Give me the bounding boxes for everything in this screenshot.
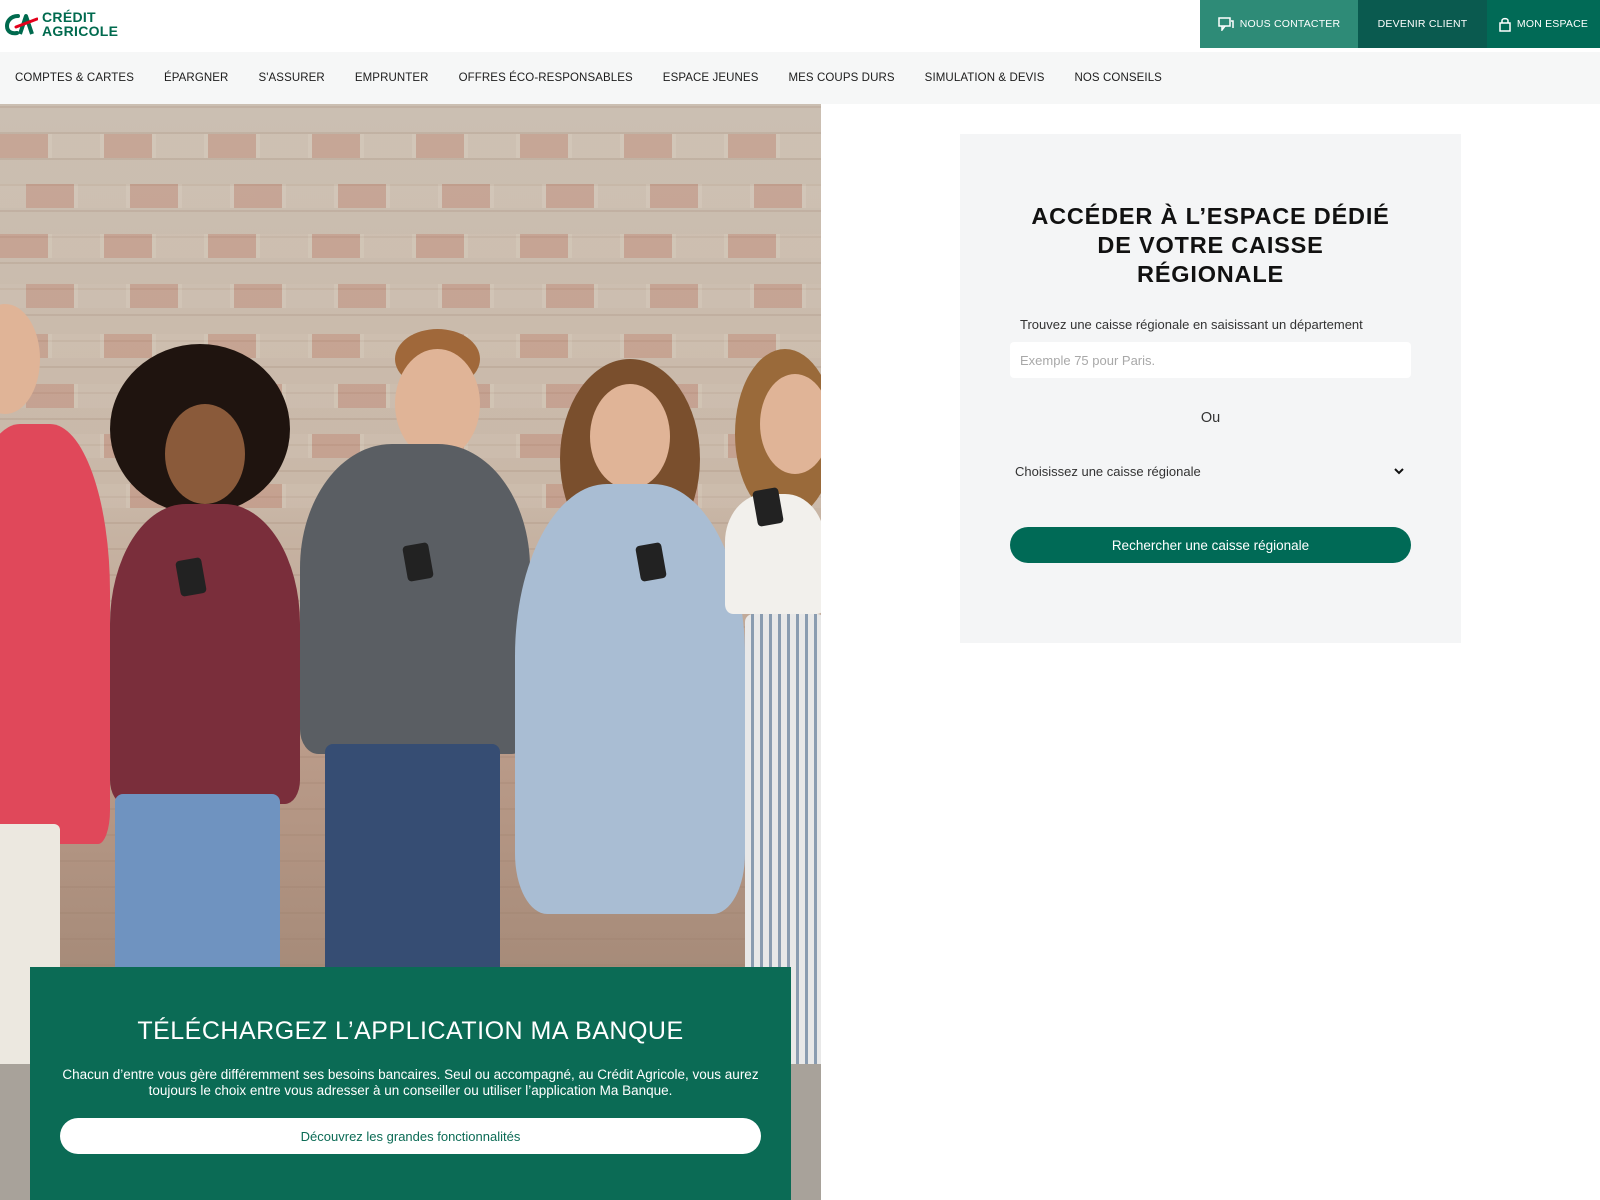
nav-item-epargner[interactable]: ÉPARGNER [164,72,229,84]
contact-button[interactable]: NOUS CONTACTER [1200,0,1358,48]
panel-title-line-3: RÉGIONALE [1137,261,1284,287]
nav-item-conseils[interactable]: NOS CONSEILS [1074,72,1161,84]
nav-item-offres-eco[interactable]: OFFRES ÉCO-RESPONSABLES [459,72,633,84]
nav-item-coups-durs[interactable]: MES COUPS DURS [788,72,894,84]
become-client-button[interactable]: DEVENIR CLIENT [1358,0,1487,48]
logo-text: CRÉDIT AGRICOLE [42,10,118,38]
person-burgundy-top [110,504,300,804]
brick-row [0,284,821,308]
chat-icon [1217,17,1234,31]
person-head [165,404,245,504]
brick-row [0,184,821,208]
panel-title-line-1: ACCÉDER À L’ESPACE DÉDIÉ [1031,203,1390,229]
panel-title: ACCÉDER À L’ESPACE DÉDIÉ DE VOTRE CAISSE… [1000,202,1421,289]
regional-bank-panel: ACCÉDER À L’ESPACE DÉDIÉ DE VOTRE CAISSE… [960,134,1461,643]
person-head [760,374,821,474]
credit-agricole-logo[interactable]: CRÉDIT AGRICOLE [4,8,118,40]
promo-title: TÉLÉCHARGEZ L’APPLICATION MA BANQUE [137,1017,684,1045]
logo-line-2: AGRICOLE [42,23,119,39]
site-header: CRÉDIT AGRICOLE NOUS CONTACTER DEVENIR C… [0,0,1600,48]
my-space-button[interactable]: MON ESPACE [1487,0,1600,48]
become-client-label: DEVENIR CLIENT [1377,18,1468,30]
regional-bank-select[interactable]: Choisissez une caisse régionale [1010,456,1411,486]
nav-item-comptes-cartes[interactable]: COMPTES & CARTES [15,72,134,84]
person-pink-shirt [0,424,110,844]
nav-item-simulation[interactable]: SIMULATION & DEVIS [925,72,1045,84]
brick-row [0,134,821,158]
search-regional-bank-button[interactable]: Rechercher une caisse régionale [1010,527,1411,563]
app-promo-box: TÉLÉCHARGEZ L’APPLICATION MA BANQUE Chac… [30,967,791,1200]
my-space-label: MON ESPACE [1516,18,1589,30]
logo-line-1: CRÉDIT [42,9,96,25]
person-head [395,349,480,459]
main-navigation: COMPTES & CARTES ÉPARGNER S'ASSURER EMPR… [0,52,1600,104]
nav-item-sassurer[interactable]: S'ASSURER [258,72,324,84]
chevron-down-icon [1393,462,1405,480]
contact-button-label: NOUS CONTACTER [1239,18,1341,30]
brick-row [0,234,821,258]
person-grey-shirt [300,444,530,754]
nav-item-espace-jeunes[interactable]: ESPACE JEUNES [663,72,759,84]
department-hint: Trouvez une caisse régionale en saisissa… [1020,317,1363,332]
select-label: Choisissez une caisse régionale [1015,463,1201,479]
department-input[interactable] [1010,342,1411,378]
promo-text: Chacun d’entre vous gère différemment se… [62,1067,759,1098]
header-actions: NOUS CONTACTER DEVENIR CLIENT MON ESPACE [1200,0,1600,48]
or-separator: Ou [1200,410,1221,426]
panel-title-line-2: DE VOTRE CAISSE [1097,232,1324,258]
logo-icon [4,14,38,36]
person-head [590,384,670,489]
person-denim-dress [515,484,745,914]
discover-features-button[interactable]: Découvrez les grandes fonctionnalités [60,1118,761,1154]
lock-icon [1499,17,1511,32]
nav-item-emprunter[interactable]: EMPRUNTER [355,72,429,84]
